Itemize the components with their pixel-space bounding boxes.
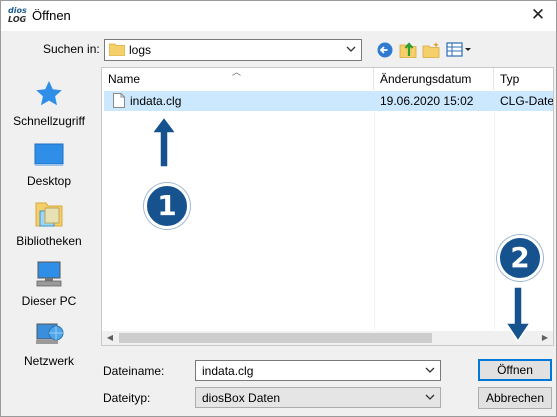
lookin-value: logs [129,43,152,57]
place-desktop[interactable]: Desktop [1,137,97,195]
place-label: Schnellzugriff [13,114,85,128]
cancel-button[interactable]: Abbrechen [478,387,552,409]
dioslog-app-icon: dios LOG [8,6,30,26]
place-label: Netzwerk [23,354,74,368]
arrow-up-icon [150,115,178,168]
chevron-down-icon [346,46,356,52]
place-schnellzugriff[interactable]: Schnellzugriff [1,77,97,135]
place-bibliotheken[interactable]: Bibliotheken [1,197,97,255]
annotation-badge-1: 1 [144,183,190,229]
file-name: indata.clg [130,94,182,108]
place-dieser-pc[interactable]: Dieser PC [1,257,97,315]
column-name-label: Name [108,72,141,86]
folder-icon [109,43,125,56]
file-type: CLG-Date [500,94,554,108]
back-icon[interactable] [376,41,394,59]
filetype-value: diosBox Daten [202,391,281,405]
filename-label: Dateiname: [103,364,165,378]
annotation-badge-2: 2 [497,235,543,281]
view-menu-icon[interactable] [446,41,472,59]
column-divider [494,90,495,330]
filename-value[interactable]: indata.clg [202,364,253,378]
scroll-right-icon[interactable]: ▶ [537,331,553,345]
column-divider [374,90,375,330]
scroll-left-icon[interactable]: ◀ [102,331,118,345]
chevron-down-icon[interactable] [424,390,436,404]
lookin-combo[interactable]: logs [104,39,362,61]
column-header-date[interactable]: Änderungsdatum [374,68,494,90]
arrow-down-icon [504,286,532,343]
filetype-label: Dateityp: [103,391,151,405]
app-icon-text-bottom: LOG [8,15,27,24]
place-label: Bibliotheken [16,234,82,248]
star-icon [36,81,62,106]
desktop-icon [34,143,64,166]
library-icon [35,202,63,227]
app-icon-text-top: dios [8,6,27,15]
file-date: 19.06.2020 15:02 [380,94,474,108]
place-netzwerk[interactable]: Netzwerk [1,317,97,375]
place-label: Desktop [26,174,72,188]
up-folder-icon[interactable] [399,41,417,59]
file-icon [113,93,125,108]
title-bar: dios LOG Öffnen ✕ [1,1,556,31]
column-type-label: Typ [500,72,520,86]
scroll-thumb[interactable] [119,333,432,343]
network-icon [36,323,64,344]
horizontal-scrollbar[interactable]: ◀ ▶ [102,331,553,345]
close-icon[interactable]: ✕ [524,3,552,27]
open-file-dialog: dios LOG Öffnen ✕ Suchen in: logs Schnel… [0,0,557,417]
places-bar: Schnellzugriff Desktop Bibliotheken Dies… [1,67,97,416]
column-header-type[interactable]: Typ [494,68,553,90]
lookin-label: Suchen in: [43,42,100,56]
sort-ascending-icon: ︿ [232,68,242,78]
chevron-down-icon[interactable] [424,363,436,377]
filename-combo[interactable]: indata.clg [195,360,441,381]
place-label: Dieser PC [21,294,77,308]
filetype-select[interactable]: diosBox Daten [195,387,441,408]
open-button[interactable]: Öffnen [478,359,552,381]
file-row-indata[interactable]: indata.clg 19.06.2020 15:02 CLG-Date [104,91,553,111]
column-date-label: Änderungsdatum [380,72,472,86]
computer-icon [36,261,62,287]
column-header-name[interactable]: Name ︿ [102,68,374,90]
window-title: Öffnen [32,8,71,23]
new-folder-icon[interactable] [422,41,440,59]
